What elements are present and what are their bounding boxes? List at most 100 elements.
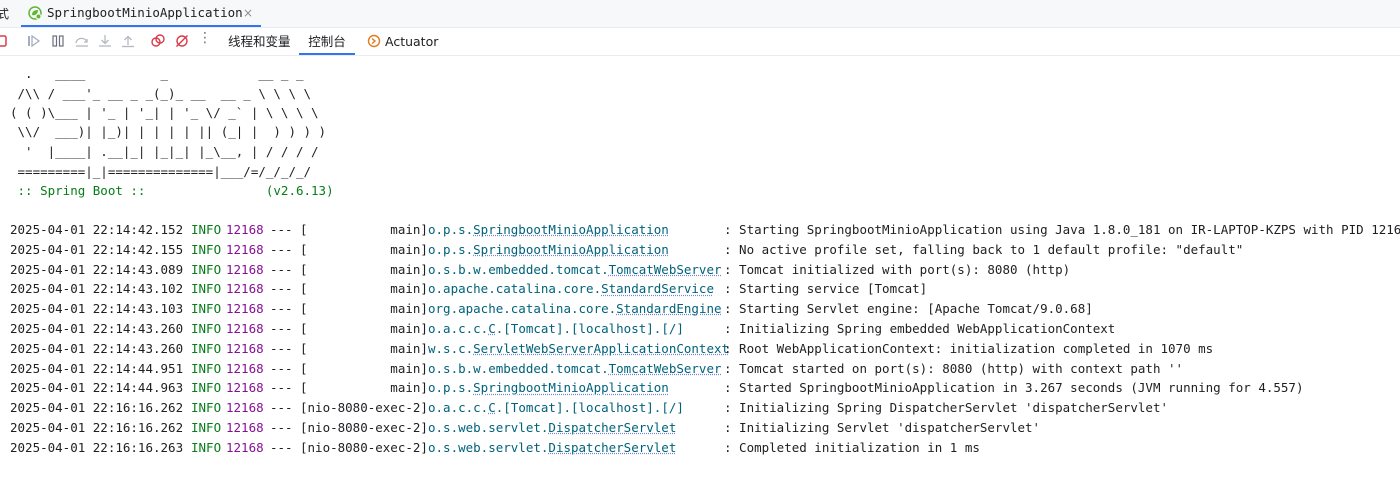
run-tool-window-header: 式 SpringbootMinioApplication × xyxy=(0,0,1400,28)
logger-tail: .[Tomcat].[localhost].[/] xyxy=(495,321,684,336)
log-message-text: : Starting service [Tomcat] xyxy=(724,281,928,297)
log-timestamp: 2025-04-01 22:14:44.963 xyxy=(10,380,184,396)
log-separator: --- xyxy=(270,222,293,237)
logger-tail: .[Tomcat].[localhost].[/] xyxy=(495,400,684,416)
log-pid: 12168 xyxy=(226,400,264,416)
log-separator: --- xyxy=(270,340,293,356)
log-thread: [nio-8080-exec-2] xyxy=(300,439,428,455)
step-over-icon[interactable] xyxy=(74,33,90,49)
spring-leaf-icon xyxy=(27,5,43,21)
log-message-text: : Initializing Spring embedded WebApplic… xyxy=(724,321,1116,336)
log-timestamp: 2025-04-01 22:14:43.260 xyxy=(10,340,184,356)
log-level: INFO xyxy=(191,321,222,336)
log-thread: [ main] xyxy=(300,241,428,257)
logger-class-link[interactable]: ServletWebServerApplicationContext xyxy=(473,341,729,356)
stop-icon[interactable] xyxy=(0,33,10,49)
log-message: : Tomcat initialized with port(s): 8080 … xyxy=(724,260,1070,280)
log-logger: o.p.s.SpringbootMinioApplication xyxy=(428,220,669,240)
logger-class-link[interactable]: C xyxy=(488,321,496,336)
log-pid: 12168 xyxy=(226,360,264,376)
log-timestamp: 2025-04-01 22:14:42.152 xyxy=(10,222,184,237)
banner-line: \\/ ___)| |_)| | | | | || (_| | ) ) ) ) xyxy=(10,124,327,139)
log-separator: --- xyxy=(270,439,293,455)
log-message-text: : Initializing Servlet 'dispatcherServle… xyxy=(724,420,1041,435)
more-icon[interactable]: ⋮ xyxy=(198,30,212,46)
logger-class-link[interactable]: TomcatWebServer xyxy=(609,361,722,376)
console-output[interactable]: . ____ _ __ _ _ /\\ / ___'_ __ _ _(_)_ _… xyxy=(0,56,1400,480)
actuator-icon xyxy=(366,33,382,49)
log-message: : Started SpringbootMinioApplication in … xyxy=(724,378,1303,398)
logger-package: o.p.s. xyxy=(428,222,474,237)
log-separator: --- xyxy=(270,281,293,297)
log-message-text: : Started SpringbootMinioApplication in … xyxy=(724,380,1304,396)
log-thread: [ main] xyxy=(300,321,428,336)
logger-package: org.apache.catalina.core. xyxy=(428,301,617,317)
log-thread: [ main] xyxy=(300,281,428,297)
close-icon[interactable]: × xyxy=(243,6,253,20)
spring-boot-version-line: :: Spring Boot :: (v2.6.13) xyxy=(10,183,334,198)
log-message: : Initializing Spring embedded WebApplic… xyxy=(724,319,1115,339)
log-logger: o.s.b.w.embedded.tomcat.TomcatWebServer xyxy=(428,359,722,379)
debug-toolbar: ⋮ 线程和变量 控制台 Actuator xyxy=(0,28,1400,56)
log-message: : Starting service [Tomcat] xyxy=(724,279,927,299)
logger-class-link[interactable]: TomcatWebServer xyxy=(609,262,722,277)
log-pid: 12168 xyxy=(226,222,264,237)
step-out-icon[interactable] xyxy=(120,33,136,49)
log-separator: --- xyxy=(270,380,293,396)
logger-class-link[interactable]: StandardService xyxy=(601,281,714,296)
log-pid: 12168 xyxy=(226,261,264,277)
log-timestamp: 2025-04-01 22:16:16.262 xyxy=(10,420,184,435)
tab-threads-variables[interactable]: 线程和变量 xyxy=(228,28,291,55)
log-level: INFO xyxy=(191,241,222,257)
log-level: INFO xyxy=(191,222,222,237)
log-thread: [ main] xyxy=(300,340,428,356)
log-level: INFO xyxy=(191,380,222,396)
log-message-text: : Tomcat started on port(s): 8080 (http)… xyxy=(724,360,1184,376)
log-pid: 12168 xyxy=(226,380,264,396)
tab-actuator[interactable]: Actuator xyxy=(385,28,438,55)
mute-breakpoints-icon[interactable] xyxy=(174,33,190,49)
log-separator: --- xyxy=(270,241,293,257)
log-message-text: : Starting SpringbootMinioApplication us… xyxy=(724,222,1400,237)
logger-package: o.s.b.w.embedded.tomcat. xyxy=(428,360,609,376)
logger-class-link[interactable]: C xyxy=(488,400,496,415)
logger-class-link[interactable]: SpringbootMinioApplication xyxy=(473,242,669,257)
log-timestamp: 2025-04-01 22:16:16.263 xyxy=(10,439,184,455)
view-breakpoints-icon[interactable] xyxy=(150,33,166,49)
logger-class-link[interactable]: DispatcherServlet xyxy=(548,420,676,435)
logger-package: o.s.b.w.embedded.tomcat. xyxy=(428,261,609,277)
banner-line: =========|_|==============|___/=/_/_/_/ xyxy=(10,164,312,179)
log-level: INFO xyxy=(191,281,222,297)
log-thread: [nio-8080-exec-2] xyxy=(300,420,428,435)
resume-icon[interactable] xyxy=(26,33,42,49)
log-message: : Root WebApplicationContext: initializa… xyxy=(724,339,1213,359)
log-logger: org.apache.catalina.core.StandardEngine xyxy=(428,299,722,319)
log-logger: o.s.web.servlet.DispatcherServlet xyxy=(428,418,676,438)
tab-console[interactable]: 控制台 xyxy=(299,28,355,55)
log-thread: [ main] xyxy=(300,360,428,376)
logger-class-link[interactable]: DispatcherServlet xyxy=(548,440,676,455)
tab-springboot-minio-application[interactable]: SpringbootMinioApplication × xyxy=(21,0,261,27)
log-level: INFO xyxy=(191,439,222,455)
logger-class-link[interactable]: StandardEngine xyxy=(616,301,721,316)
log-message: : Tomcat started on port(s): 8080 (http)… xyxy=(724,359,1183,379)
banner-line: . ____ _ __ _ _ xyxy=(10,66,304,81)
log-pid: 12168 xyxy=(226,281,264,297)
log-timestamp: 2025-04-01 22:14:43.102 xyxy=(10,281,184,297)
logger-class-link[interactable]: SpringbootMinioApplication xyxy=(473,222,669,237)
logger-package: w.s.c. xyxy=(428,340,474,356)
log-message: : No active profile set, falling back to… xyxy=(724,240,1243,260)
log-logger: o.s.b.w.embedded.tomcat.TomcatWebServer xyxy=(428,260,722,280)
log-pid: 12168 xyxy=(226,420,264,435)
log-message-text: : Tomcat initialized with port(s): 8080 … xyxy=(724,261,1071,277)
tab-title: SpringbootMinioApplication xyxy=(47,5,243,20)
logger-package: o.apache.catalina.core. xyxy=(428,281,602,297)
pause-icon[interactable] xyxy=(50,33,66,49)
step-into-icon[interactable] xyxy=(97,33,113,49)
logger-package: o.s.web.servlet. xyxy=(428,420,549,435)
logger-class-link[interactable]: SpringbootMinioApplication xyxy=(473,380,669,395)
log-separator: --- xyxy=(270,301,293,317)
log-message-text: : Completed initialization in 1 ms xyxy=(724,439,980,455)
log-logger: o.a.c.c.C.[Tomcat].[localhost].[/] xyxy=(428,319,684,339)
log-pid: 12168 xyxy=(226,340,264,356)
